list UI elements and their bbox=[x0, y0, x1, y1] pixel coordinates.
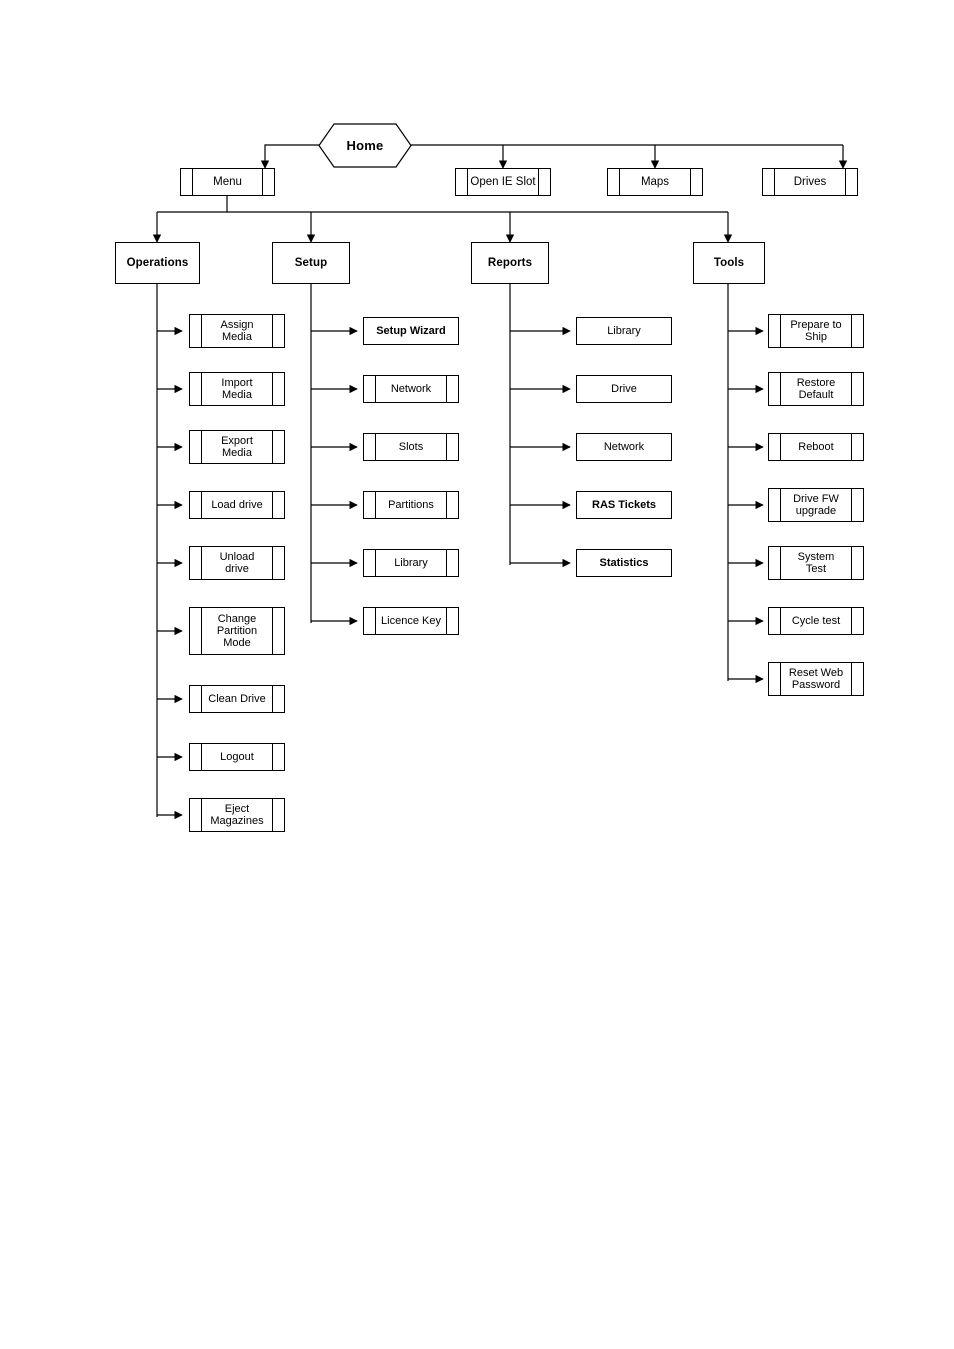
node-reports-drive-label: Drive bbox=[611, 382, 637, 395]
node-unload-drive[interactable]: Unload drive bbox=[189, 546, 285, 580]
node-prepare-to-ship-label: Prepare to Ship bbox=[790, 318, 842, 343]
node-menu[interactable]: Menu bbox=[180, 168, 275, 196]
node-open-ie-slot[interactable]: Open IE Slot bbox=[455, 168, 551, 196]
node-operations-label: Operations bbox=[126, 256, 189, 269]
node-import-media[interactable]: Import Media bbox=[189, 372, 285, 406]
node-system-test-label: System Test bbox=[797, 550, 835, 575]
node-setup-partitions[interactable]: Partitions bbox=[363, 491, 459, 519]
node-reboot[interactable]: Reboot bbox=[768, 433, 864, 461]
node-setup-network-label: Network bbox=[390, 382, 432, 395]
node-setup-label: Setup bbox=[294, 256, 328, 269]
node-setup[interactable]: Setup bbox=[272, 242, 350, 284]
node-home-label: Home bbox=[346, 138, 384, 153]
node-load-drive[interactable]: Load drive bbox=[189, 491, 285, 519]
node-restore-default-label: Restore Default bbox=[796, 376, 836, 401]
node-ras-tickets[interactable]: RAS Tickets bbox=[576, 491, 672, 519]
node-tools-label: Tools bbox=[713, 256, 745, 269]
menu-tree-diagram: Home Menu Open IE Slot Maps Drives Opera… bbox=[0, 0, 954, 1349]
node-cycle-test[interactable]: Cycle test bbox=[768, 607, 864, 635]
node-export-media[interactable]: Export Media bbox=[189, 430, 285, 464]
node-clean-drive-label: Clean Drive bbox=[208, 692, 266, 705]
node-reports-label: Reports bbox=[487, 256, 533, 269]
node-eject-magazines-label: Eject Magazines bbox=[210, 802, 264, 827]
node-setup-wizard[interactable]: Setup Wizard bbox=[363, 317, 459, 345]
node-setup-slots-label: Slots bbox=[398, 440, 424, 453]
node-setup-partitions-label: Partitions bbox=[388, 498, 434, 511]
node-setup-library-label: Library bbox=[394, 556, 428, 569]
node-licence-key[interactable]: Licence Key bbox=[363, 607, 459, 635]
node-import-media-label: Import Media bbox=[221, 376, 253, 401]
node-menu-label: Menu bbox=[213, 175, 242, 188]
node-ras-tickets-label: RAS Tickets bbox=[592, 498, 656, 511]
node-operations[interactable]: Operations bbox=[115, 242, 200, 284]
node-assign-media-label: Assign Media bbox=[220, 318, 254, 343]
node-setup-library[interactable]: Library bbox=[363, 549, 459, 577]
node-statistics[interactable]: Statistics bbox=[576, 549, 672, 577]
node-clean-drive[interactable]: Clean Drive bbox=[189, 685, 285, 713]
node-maps-label: Maps bbox=[640, 175, 670, 188]
node-restore-default[interactable]: Restore Default bbox=[768, 372, 864, 406]
node-load-drive-label: Load drive bbox=[211, 498, 263, 511]
node-logout[interactable]: Logout bbox=[189, 743, 285, 771]
node-reports-library[interactable]: Library bbox=[576, 317, 672, 345]
node-drives[interactable]: Drives bbox=[762, 168, 858, 196]
node-setup-slots[interactable]: Slots bbox=[363, 433, 459, 461]
node-reports-drive[interactable]: Drive bbox=[576, 375, 672, 403]
node-licence-key-label: Licence Key bbox=[381, 614, 441, 627]
node-reports-network[interactable]: Network bbox=[576, 433, 672, 461]
node-reports[interactable]: Reports bbox=[471, 242, 549, 284]
node-eject-magazines[interactable]: Eject Magazines bbox=[189, 798, 285, 832]
node-cycle-test-label: Cycle test bbox=[791, 614, 841, 627]
node-logout-label: Logout bbox=[220, 750, 254, 763]
node-maps[interactable]: Maps bbox=[607, 168, 703, 196]
node-reboot-label: Reboot bbox=[798, 440, 834, 453]
node-drive-fw-upgrade[interactable]: Drive FW upgrade bbox=[768, 488, 864, 522]
node-system-test[interactable]: System Test bbox=[768, 546, 864, 580]
node-change-partition-mode[interactable]: Change Partition Mode bbox=[189, 607, 285, 655]
node-reset-web-password[interactable]: Reset Web Password bbox=[768, 662, 864, 696]
node-drive-fw-upgrade-label: Drive FW upgrade bbox=[793, 492, 839, 517]
node-unload-drive-label: Unload drive bbox=[219, 550, 255, 575]
node-open-ie-slot-label: Open IE Slot bbox=[470, 175, 536, 188]
node-setup-network[interactable]: Network bbox=[363, 375, 459, 403]
node-assign-media[interactable]: Assign Media bbox=[189, 314, 285, 348]
node-reports-library-label: Library bbox=[607, 324, 641, 337]
node-prepare-to-ship[interactable]: Prepare to Ship bbox=[768, 314, 864, 348]
node-change-partition-mode-label: Change Partition Mode bbox=[216, 612, 258, 650]
node-home[interactable]: Home bbox=[318, 123, 412, 168]
node-setup-wizard-label: Setup Wizard bbox=[376, 324, 446, 337]
node-drives-label: Drives bbox=[793, 175, 827, 188]
node-statistics-label: Statistics bbox=[599, 556, 649, 569]
node-tools[interactable]: Tools bbox=[693, 242, 765, 284]
node-export-media-label: Export Media bbox=[221, 434, 253, 459]
node-reset-web-password-label: Reset Web Password bbox=[788, 666, 844, 691]
node-reports-network-label: Network bbox=[603, 440, 645, 453]
